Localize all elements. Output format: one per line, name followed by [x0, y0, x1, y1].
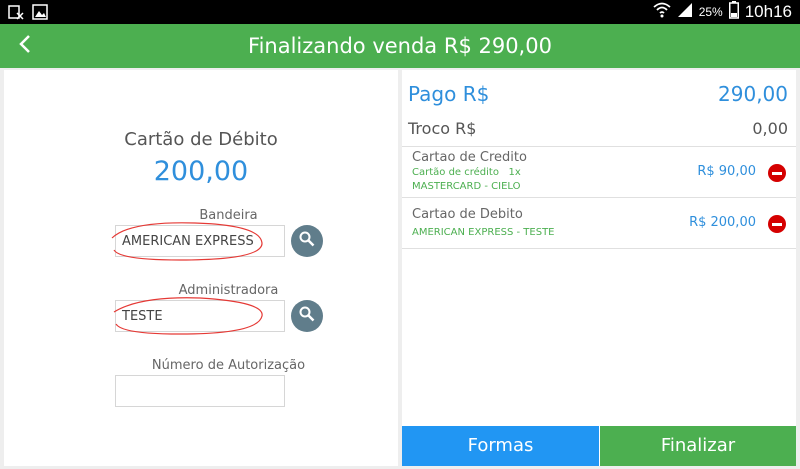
administradora-label: Administradora — [178, 283, 279, 298]
pago-label: Pago R$ — [408, 82, 490, 106]
payment-detail: AMERICAN EXPRESS - TESTE — [412, 227, 555, 238]
image-icon — [32, 4, 48, 25]
payment-title: Cartao de Debito — [412, 207, 523, 222]
payment-summary-panel: Pago R$ 290,00 Troco R$ 0,00 Cartao de C… — [402, 70, 796, 466]
divider — [402, 248, 796, 249]
search-icon — [299, 306, 315, 326]
troco-label: Troco R$ — [408, 119, 477, 138]
bandeira-label: Bandeira — [199, 208, 258, 223]
payment-form-panel: Cartão de Débito 200,00 Bandeira AMERICA… — [4, 70, 398, 466]
finalizar-button[interactable]: Finalizar — [600, 426, 796, 466]
administradora-search-button[interactable] — [291, 300, 323, 332]
battery-icon — [728, 0, 739, 24]
payment-value: R$ 200,00 — [689, 215, 756, 230]
payment-detail: Cartão de crédito 1x — [412, 167, 521, 178]
bandeira-field[interactable]: AMERICAN EXPRESS — [115, 225, 285, 257]
action-bar: Finalizando venda R$ 290,00 — [0, 24, 800, 68]
formas-button[interactable]: Formas — [402, 426, 599, 466]
minus-icon — [772, 222, 782, 226]
minus-icon — [772, 171, 782, 175]
payment-value: R$ 90,00 — [697, 164, 756, 179]
remove-payment-button[interactable] — [768, 215, 786, 233]
payment-list-item[interactable]: Cartao de Credito Cartão de crédito 1x M… — [402, 147, 796, 197]
bandeira-search-button[interactable] — [291, 225, 323, 257]
usb-debug-icon — [8, 4, 24, 25]
payment-title: Cartao de Credito — [412, 150, 527, 165]
troco-value: 0,00 — [752, 119, 788, 138]
search-icon — [299, 231, 315, 251]
autorizacao-field[interactable] — [115, 375, 285, 407]
status-bar: 25% 10h16 — [0, 0, 800, 24]
clock: 10h16 — [744, 2, 792, 21]
battery-percent: 25% — [698, 5, 723, 19]
autorizacao-label: Número de Autorização — [151, 358, 306, 373]
card-type-label: Cartão de Débito — [124, 129, 278, 150]
wifi-icon — [653, 2, 671, 23]
payment-list-item[interactable]: Cartao de Debito AMERICAN EXPRESS - TEST… — [402, 198, 796, 248]
administradora-field[interactable]: TESTE — [115, 300, 285, 332]
payment-detail: MASTERCARD - CIELO — [412, 181, 521, 192]
signal-icon — [677, 2, 693, 23]
page-title: Finalizando venda R$ 290,00 — [248, 34, 552, 58]
pago-value: 290,00 — [718, 82, 788, 106]
card-amount: 200,00 — [153, 156, 249, 187]
remove-payment-button[interactable] — [768, 164, 786, 182]
